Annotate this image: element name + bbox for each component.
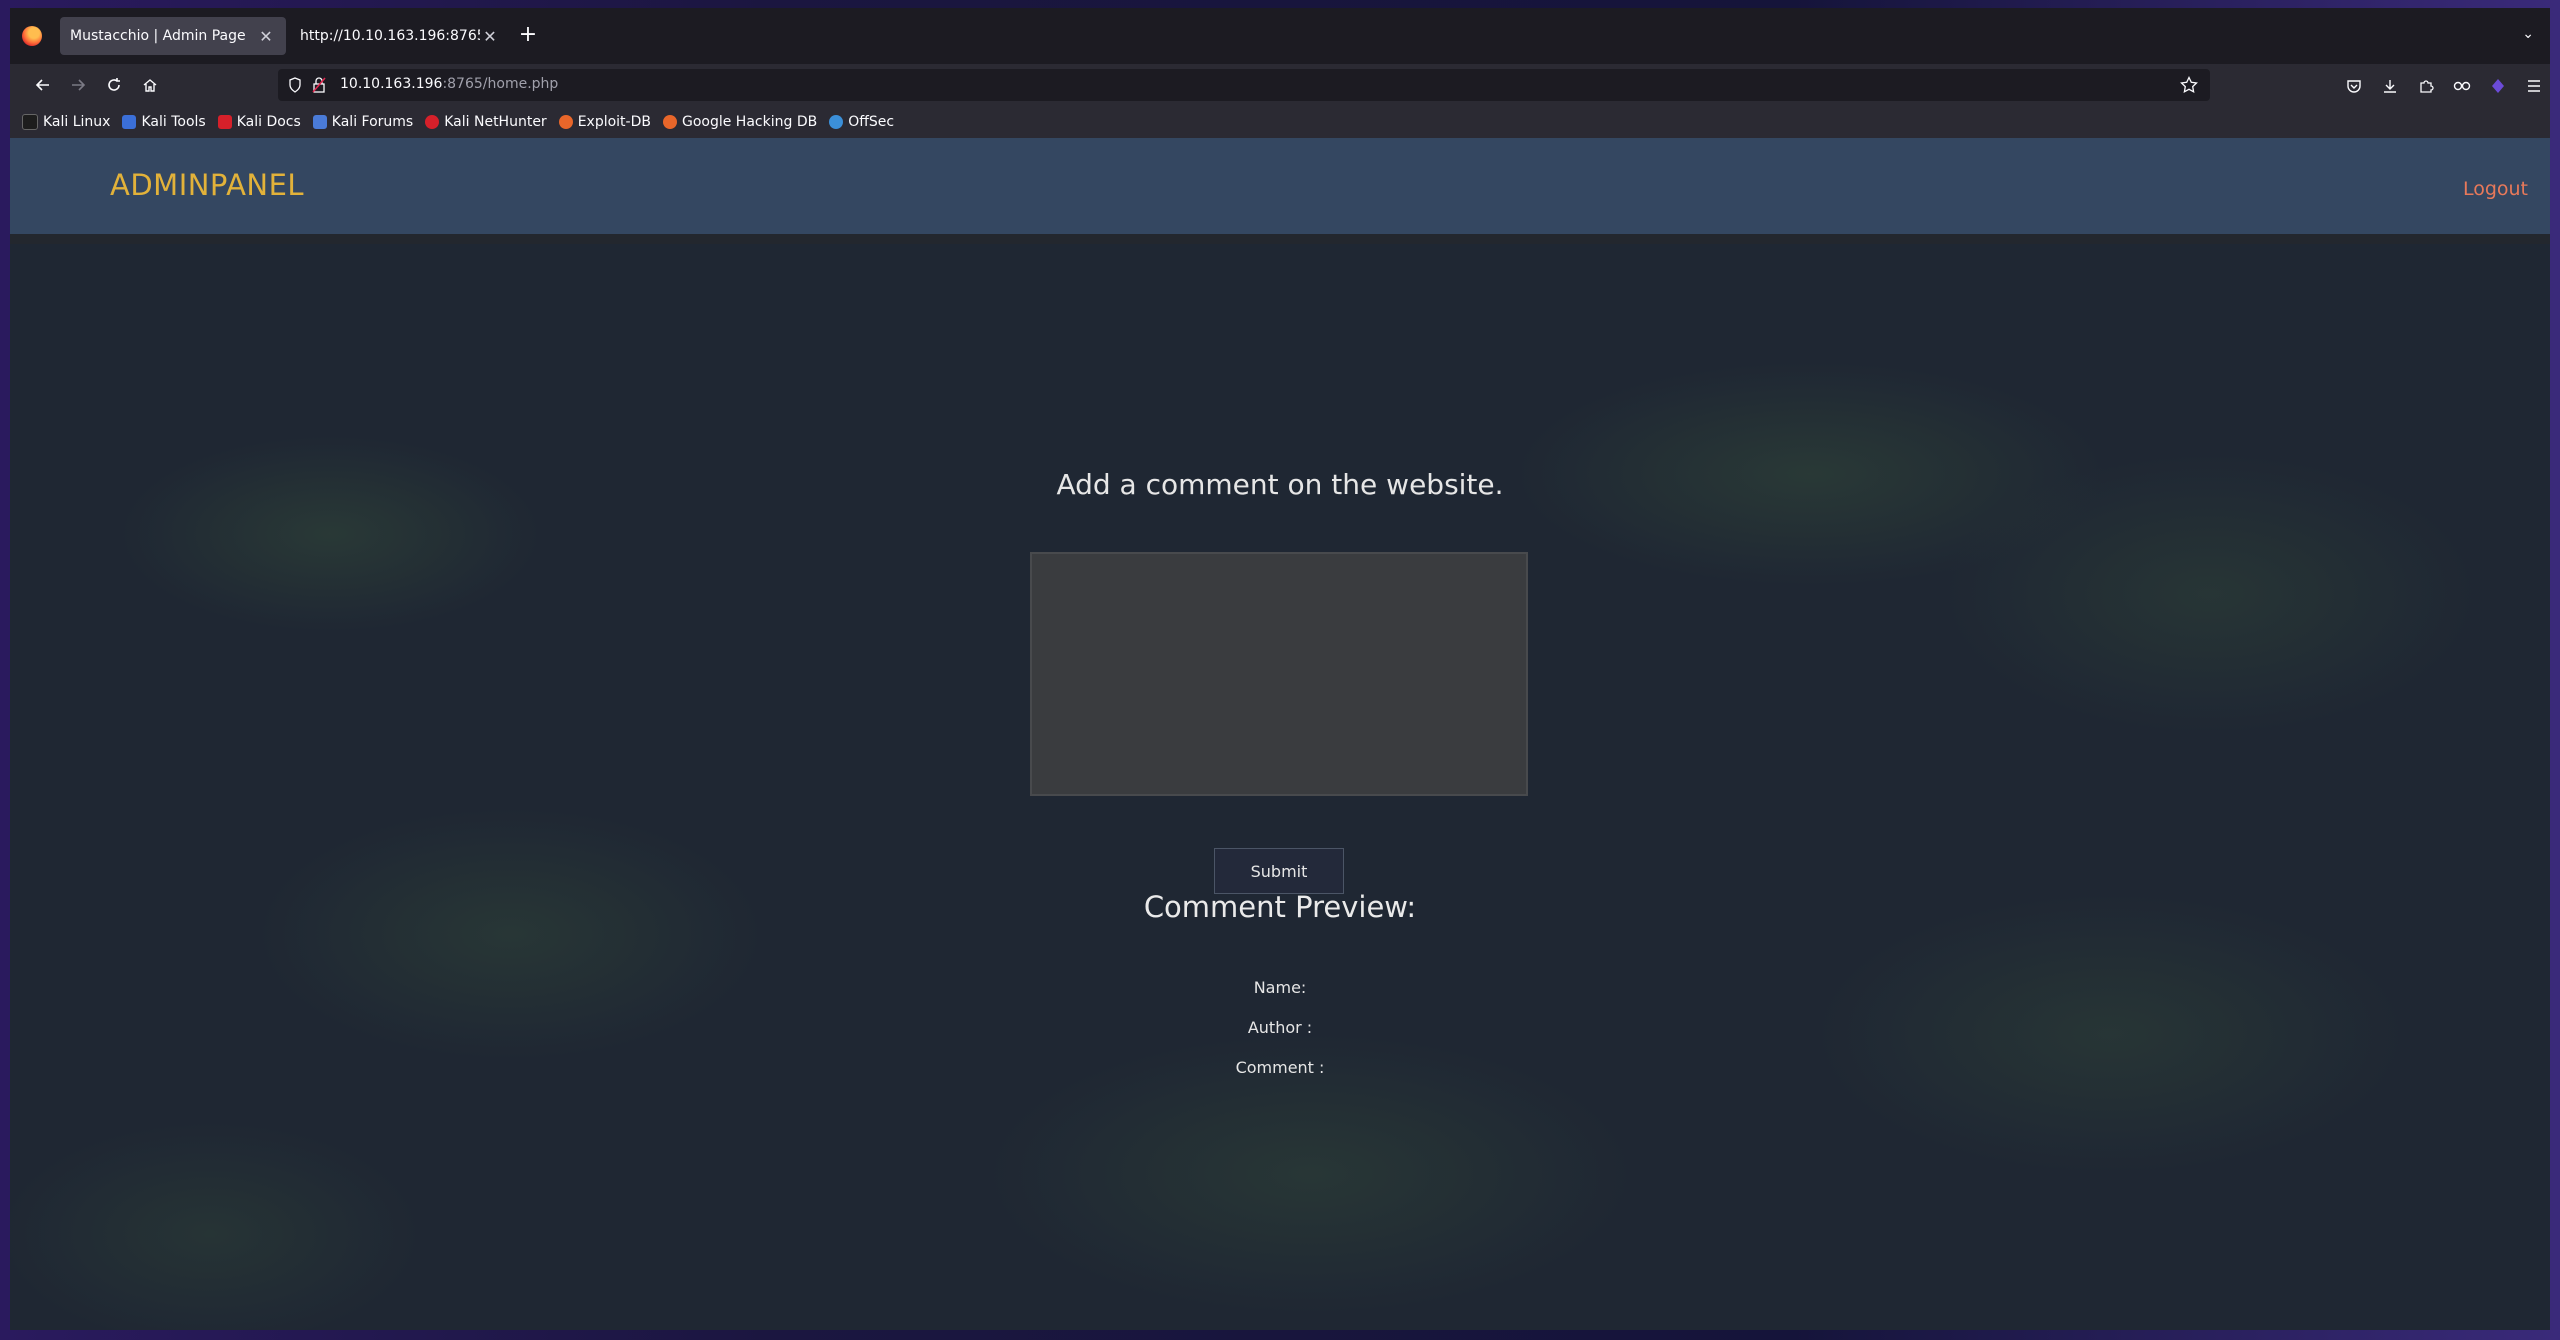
url-bar[interactable]: 10.10.163.196:8765/home.php [278,69,2210,101]
tracking-shield-icon[interactable] [288,77,302,93]
pocket-icon[interactable] [2344,76,2364,96]
firefox-logo-icon [22,26,42,46]
bookmark-star-icon[interactable] [2180,76,2198,94]
url-path: :8765/home.php [442,76,559,92]
reload-button[interactable] [99,70,129,100]
bookmark-exploit-db[interactable]: Exploit-DB [558,114,651,130]
site-header: ADMINPANEL Logout [10,138,2550,235]
tab-strip: Mustacchio | Admin Page ✕ http://10.10.1… [10,8,2550,64]
url-text[interactable]: 10.10.163.196:8765/home.php [340,76,558,92]
close-tab-icon[interactable]: ✕ [480,27,500,46]
tab-admin-page[interactable]: Mustacchio | Admin Page ✕ [60,17,286,55]
preview-author-label: Author : [1247,1018,1313,1037]
purple-extension-icon[interactable] [2488,76,2508,96]
nethunter-icon [425,115,440,129]
comment-preview-title: Comment Preview: [1143,890,1417,924]
bookmark-kali-nethunter[interactable]: Kali NetHunter [425,114,547,130]
submit-button[interactable]: Submit [1214,848,1344,894]
bookmark-label: Kali Linux [43,114,111,130]
offsec-icon [829,115,844,129]
tab-label: http://10.10.163.196:8765/home.php [300,28,480,44]
kali-tools-icon [122,115,137,129]
home-button[interactable] [135,70,165,100]
preview-comment-label: Comment : [1235,1058,1325,1077]
reload-icon [108,78,120,91]
browser-window: Mustacchio | Admin Page ✕ http://10.10.1… [10,8,2550,1330]
kali-docs-icon [217,115,232,129]
ghdb-icon [662,115,677,129]
kali-forums-icon [312,115,327,129]
bookmarks-toolbar: Kali Linux Kali Tools Kali Docs Kali For… [10,106,2550,138]
comment-textarea[interactable] [1030,552,1528,796]
header-divider [10,234,2550,244]
new-tab-button[interactable]: + [516,24,540,48]
extensions-puzzle-icon[interactable] [2416,76,2436,96]
bookmark-kali-forums[interactable]: Kali Forums [312,114,414,130]
bookmark-label: Kali Docs [236,114,301,130]
bookmark-kali-docs[interactable]: Kali Docs [217,114,301,130]
bookmark-label: Kali NetHunter [444,114,547,130]
bookmark-label: Exploit-DB [577,114,651,130]
bookmark-label: OffSec [848,114,895,130]
back-button[interactable] [28,70,58,100]
bookmark-label: Google Hacking DB [681,114,818,130]
tab-home-php[interactable]: http://10.10.163.196:8765/home.php ✕ [290,17,510,55]
bookmark-offsec[interactable]: OffSec [829,114,894,130]
page-title: Add a comment on the website. [1056,468,1504,501]
bookmark-kali-tools[interactable]: Kali Tools [122,114,206,130]
insecure-lock-icon[interactable] [312,77,326,93]
forward-button[interactable] [63,70,93,100]
hamburger-menu-icon[interactable] [2524,76,2544,96]
site-brand[interactable]: ADMINPANEL [110,168,304,202]
list-all-tabs-chevron-icon[interactable]: ⌄ [2522,26,2534,42]
downloads-icon[interactable] [2380,76,2400,96]
kali-dragon-icon [22,114,38,130]
exploitdb-icon [558,115,573,129]
url-host: 10.10.163.196 [340,76,443,92]
navigation-toolbar: 10.10.163.196:8765/home.php [10,64,2550,106]
bookmark-google-hacking-db[interactable]: Google Hacking DB [662,114,818,130]
preview-name-label: Name: [1253,978,1307,997]
bookmark-label: Kali Tools [141,114,206,130]
logout-link[interactable]: Logout [2463,178,2528,200]
forward-arrow-icon [72,79,86,91]
close-tab-icon[interactable]: ✕ [256,27,276,46]
bookmark-label: Kali Forums [331,114,414,130]
bookmark-kali-linux[interactable]: Kali Linux [22,114,110,130]
tab-label: Mustacchio | Admin Page [70,28,246,44]
home-icon [143,79,157,92]
web-page: ADMINPANEL Logout Add a comment on the w… [10,138,2550,1330]
back-arrow-icon [35,79,49,91]
mask-extension-icon[interactable] [2452,76,2472,96]
